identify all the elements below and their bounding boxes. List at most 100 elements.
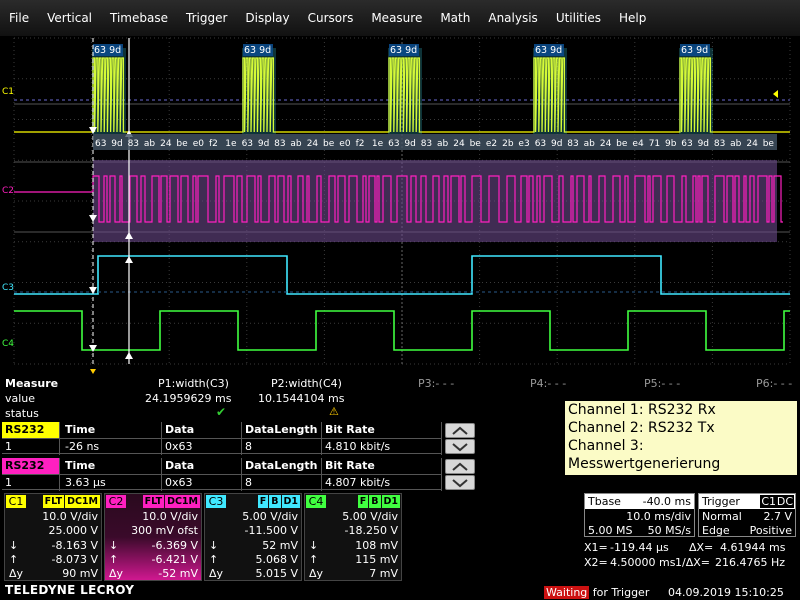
cursor-rdx-value: 216.4765 Hz — [715, 556, 786, 569]
decode-2-bitrate: 4.807 kbit/s — [322, 475, 442, 491]
trigger-level: 2.7 V — [763, 510, 792, 523]
decode-1-col-time: Time — [62, 422, 162, 438]
c1-decode-byte: be — [176, 139, 188, 149]
decode-2-scroll-down-button[interactable] — [445, 475, 475, 490]
chevron-up-icon — [452, 426, 468, 435]
c1-decode-byte: 9d — [551, 139, 562, 149]
c1-decode-byte: ab — [584, 139, 596, 149]
cursor-rdx-label: 1/ΔX= — [675, 556, 710, 569]
c1-decode-byte: ab — [290, 139, 302, 149]
p6-label[interactable]: P6:- - - — [756, 377, 792, 390]
channel-3-badge-d1: D1 — [281, 495, 300, 508]
channel-2-descriptor[interactable]: C2 FLT DC1M 10.0 V/div 300 mV ofst ↓ -6.… — [104, 493, 202, 581]
p2-label[interactable]: P2:width(C4) — [271, 377, 342, 390]
chevron-down-icon — [452, 442, 468, 451]
menu-display[interactable]: Display — [236, 0, 298, 36]
decode-2-row[interactable]: 1 3.63 µs 0x63 8 4.807 kbit/s — [2, 474, 442, 491]
c1-burst-label: 63 9d — [681, 45, 708, 56]
decode-2-col-time: Time — [62, 458, 162, 474]
c1-decode-byte: 9d — [258, 139, 269, 149]
channel-3-offset: -11.500 V — [244, 524, 298, 537]
cursor-down-icon: ↓ — [109, 539, 119, 552]
decode-2-data: 0x63 — [162, 475, 242, 491]
decode-1-scroll-down-button[interactable] — [445, 439, 475, 454]
channel-4-descriptor[interactable]: C4 F B D1 5.00 V/div -18.250 V ↓ 108 mV … — [304, 493, 402, 581]
decode-1-row[interactable]: 1 -26 ns 0x63 8 4.810 kbit/s — [2, 438, 442, 455]
cursor-marker-icon — [89, 345, 97, 352]
c1-decode-byte: e0 — [339, 139, 351, 149]
decode-2-name[interactable]: RS232 — [2, 458, 60, 474]
decode-table-2[interactable]: RS232 Time Data DataLength Bit Rate 1 3.… — [2, 458, 442, 491]
c1-decode-byte: 1e — [225, 139, 237, 149]
c1-decode-byte: be — [763, 139, 775, 149]
c1-decode-byte: 24 — [307, 139, 319, 149]
cursor-readout: X1= -119.44 µs ΔX= 4.61944 ms X2= 4.5000… — [584, 541, 798, 573]
decode-1-name[interactable]: RS232 — [2, 422, 60, 438]
waveform-grid: 63 9d 83 ab 24 be e0 f2 1e 63 9d 83 ab 24 be e0 f2 1e 63 9d… — [2, 37, 791, 374]
decode-1-time: -26 ns — [62, 439, 162, 455]
c1-decode-byte: 9d — [111, 139, 122, 149]
menu-help[interactable]: Help — [610, 0, 655, 36]
channel-3-delta-y: 5.015 V — [255, 567, 298, 580]
c1-decode-byte: 9b — [665, 139, 677, 149]
trigger-descriptor[interactable]: Trigger C1 DC 2.7 V Normal Edge Positive — [698, 493, 796, 537]
channel-3-cursor-2: 5.068 V — [255, 553, 298, 566]
menu-file[interactable]: File — [0, 0, 38, 36]
chevron-up-icon — [452, 462, 468, 471]
c1-decode-byte: 24 — [746, 139, 758, 149]
channel-1-badge-dc: DC1M — [65, 495, 100, 508]
channel-4-cursor-1: 108 mV — [355, 539, 398, 552]
channel-1-delta-y: 90 mV — [62, 567, 98, 580]
trigger-channel-badge: C1 — [760, 495, 777, 508]
channel-1-badge-flt: FLT — [42, 495, 65, 508]
c1-burst-label: 63 9d — [390, 45, 417, 56]
channel-4-delta-y: 7 mV — [369, 567, 398, 580]
c1-decode-byte: 83 — [567, 139, 578, 149]
menu-cursors[interactable]: Cursors — [299, 0, 363, 36]
channel-4-vdiv: 5.00 V/div — [342, 510, 398, 523]
trigger-coupling-badge: DC — [775, 495, 794, 508]
p3-label[interactable]: P3:- - - — [418, 377, 454, 390]
menu-bar: File Vertical Timebase Trigger Display C… — [0, 0, 800, 36]
status-waiting: Waiting — [544, 586, 590, 599]
channel-4-badge-b: B — [369, 495, 381, 508]
decode-2-index: 1 — [2, 475, 60, 491]
menu-analysis[interactable]: Analysis — [479, 0, 546, 36]
decode-table-1[interactable]: RS232 Time Data DataLength Bit Rate 1 -2… — [2, 422, 442, 455]
p4-label[interactable]: P4:- - - — [530, 377, 566, 390]
p5-label[interactable]: P5:- - - — [644, 377, 680, 390]
channel-1-cursor-1: -8.163 V — [51, 539, 98, 552]
menu-measure[interactable]: Measure — [362, 0, 431, 36]
p2-value: 10.1544104 ms — [258, 392, 345, 405]
menu-vertical[interactable]: Vertical — [38, 0, 101, 36]
channel-4-badge-f: F — [357, 495, 369, 508]
channel-3-descriptor[interactable]: C3 F B D1 5.00 V/div -11.500 V ↓ 52 mV ↑… — [204, 493, 302, 581]
c1-decode-byte: 2b — [502, 139, 514, 149]
waveform-display[interactable]: 63 9d 83 ab 24 be e0 f2 1e 63 9d 83 ab 24 be e0 f2 1e 63 9d… — [0, 36, 800, 376]
timebase-samples: 5.00 MS — [588, 524, 633, 537]
timebase-rate: 50 MS/s — [647, 524, 691, 537]
measure-status-label: status — [5, 407, 39, 420]
channel-1-descriptor[interactable]: C1 FLT DC1M 10.0 V/div 25.000 V ↓ -8.163… — [4, 493, 102, 581]
c1-burst-label: 63 9d — [94, 45, 121, 56]
decode-1-scroll-up-button[interactable] — [445, 423, 475, 438]
menu-utilities[interactable]: Utilities — [547, 0, 610, 36]
p1-label[interactable]: P1:width(C3) — [158, 377, 229, 390]
channel-label-4: C4 — [2, 339, 14, 349]
decode-2-length: 8 — [242, 475, 322, 491]
timebase-descriptor[interactable]: Tbase -40.0 ms 10.0 ms/div 5.00 MS 50 MS… — [584, 493, 695, 537]
menu-trigger[interactable]: Trigger — [177, 0, 236, 36]
c1-decode-byte: 71 — [649, 139, 660, 149]
menu-math[interactable]: Math — [431, 0, 479, 36]
cursor-marker-icon — [125, 352, 133, 359]
c1-decode-byte: e4 — [632, 139, 644, 149]
timebase-tdiv: 10.0 ms/div — [626, 510, 691, 523]
channel-4-tag: C4 — [306, 495, 326, 508]
c1-decode-byte: ab — [437, 139, 449, 149]
c1-decode-byte: be — [323, 139, 335, 149]
c1-decode-byte: 63 — [681, 139, 692, 149]
menu-timebase[interactable]: Timebase — [101, 0, 177, 36]
decode-2-scroll-up-button[interactable] — [445, 459, 475, 474]
channel-4-badge-d1: D1 — [381, 495, 400, 508]
acquisition-status: Waiting for Trigger — [544, 586, 649, 599]
